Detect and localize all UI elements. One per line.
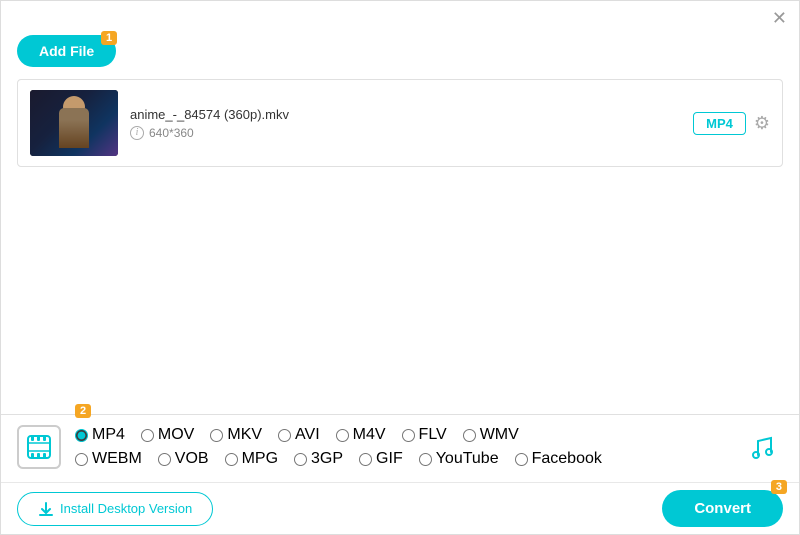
close-button[interactable]: ✕: [772, 9, 787, 27]
file-list: anime_-_84574 (360p).mkv i 640*360 MP4 ⚙: [17, 79, 783, 167]
radio-3gp[interactable]: [294, 453, 307, 466]
radio-youtube[interactable]: [419, 453, 432, 466]
format-option-youtube[interactable]: YouTube: [419, 450, 499, 468]
radio-facebook[interactable]: [515, 453, 528, 466]
format-option-vob[interactable]: VOB: [158, 450, 209, 468]
convert-button-wrap: 3 Convert: [662, 490, 783, 527]
format-option-3gp[interactable]: 3GP: [294, 450, 343, 468]
format-option-mpg[interactable]: MPG: [225, 450, 278, 468]
badge-3: 3: [771, 480, 787, 494]
label-webm: WEBM: [92, 450, 142, 468]
download-icon: [38, 501, 54, 517]
label-flv: FLV: [419, 426, 447, 444]
format-option-mp4[interactable]: MP4: [75, 426, 125, 444]
format-option-gif[interactable]: GIF: [359, 450, 403, 468]
film-icon: [17, 425, 61, 469]
radio-avi[interactable]: [278, 429, 291, 442]
file-info: anime_-_84574 (360p).mkv i 640*360: [118, 107, 693, 140]
radio-mov[interactable]: [141, 429, 154, 442]
format-option-m4v[interactable]: M4V: [336, 426, 386, 444]
format-options-container: 2 MP4 MOV MKV AVI M4V: [75, 426, 729, 468]
format-selector-bar: 2 MP4 MOV MKV AVI M4V: [1, 414, 799, 479]
format-option-facebook[interactable]: Facebook: [515, 450, 602, 468]
title-bar: ✕: [1, 1, 799, 31]
thumb-figure: [59, 108, 89, 148]
badge-1: 1: [101, 31, 117, 45]
radio-mkv[interactable]: [210, 429, 223, 442]
file-resolution: 640*360: [149, 126, 194, 140]
label-mov: MOV: [158, 426, 194, 444]
radio-flv[interactable]: [402, 429, 415, 442]
thumbnail-image: [30, 90, 118, 156]
label-m4v: M4V: [353, 426, 386, 444]
label-gif: GIF: [376, 450, 403, 468]
radio-vob[interactable]: [158, 453, 171, 466]
file-meta: i 640*360: [130, 126, 681, 140]
format-row-1: MP4 MOV MKV AVI M4V FLV: [75, 426, 729, 444]
file-name: anime_-_84574 (360p).mkv: [130, 107, 681, 122]
label-mp4: MP4: [92, 426, 125, 444]
label-mkv: MKV: [227, 426, 262, 444]
info-icon: i: [130, 126, 144, 140]
file-thumbnail: [30, 90, 118, 156]
format-option-mkv[interactable]: MKV: [210, 426, 262, 444]
label-avi: AVI: [295, 426, 320, 444]
file-actions: MP4 ⚙: [693, 112, 770, 135]
install-desktop-button[interactable]: Install Desktop Version: [17, 492, 213, 526]
music-icon: [739, 425, 783, 469]
footer: Install Desktop Version 3 Convert: [1, 482, 799, 534]
label-youtube: YouTube: [436, 450, 499, 468]
format-option-wmv[interactable]: WMV: [463, 426, 519, 444]
install-label: Install Desktop Version: [60, 501, 192, 516]
radio-mp4[interactable]: [75, 429, 88, 442]
format-badge-button[interactable]: MP4: [693, 112, 746, 135]
label-wmv: WMV: [480, 426, 519, 444]
radio-mpg[interactable]: [225, 453, 238, 466]
badge-2: 2: [75, 404, 91, 418]
file-item: anime_-_84574 (360p).mkv i 640*360 MP4 ⚙: [18, 80, 782, 166]
label-vob: VOB: [175, 450, 209, 468]
format-option-avi[interactable]: AVI: [278, 426, 320, 444]
radio-wmv[interactable]: [463, 429, 476, 442]
convert-button[interactable]: Convert: [662, 490, 783, 527]
format-option-mov[interactable]: MOV: [141, 426, 194, 444]
toolbar: Add File 1: [1, 31, 799, 79]
radio-webm[interactable]: [75, 453, 88, 466]
radio-m4v[interactable]: [336, 429, 349, 442]
label-mpg: MPG: [242, 450, 278, 468]
settings-button[interactable]: ⚙: [754, 113, 770, 134]
label-3gp: 3GP: [311, 450, 343, 468]
format-option-flv[interactable]: FLV: [402, 426, 447, 444]
label-facebook: Facebook: [532, 450, 602, 468]
format-option-webm[interactable]: WEBM: [75, 450, 142, 468]
format-row-2: WEBM VOB MPG 3GP GIF YouTube: [75, 450, 729, 468]
radio-gif[interactable]: [359, 453, 372, 466]
